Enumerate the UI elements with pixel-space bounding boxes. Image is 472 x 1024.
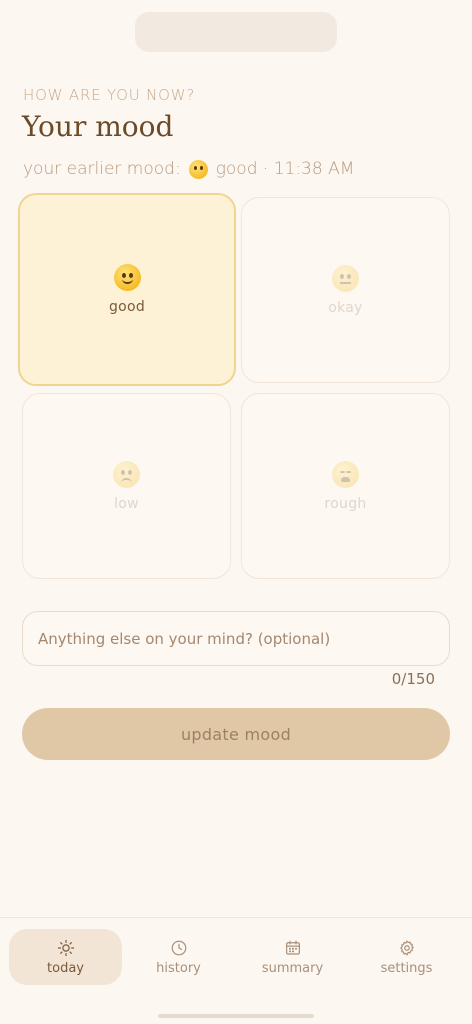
mood-card-okay[interactable]: okay <box>241 197 450 383</box>
bottom-navigation: today history summary settings <box>0 917 472 1024</box>
gear-icon <box>399 940 414 955</box>
earlier-mood-value: good · 11:38 AM <box>215 159 355 179</box>
nav-item-today[interactable]: today <box>9 929 122 985</box>
earlier-mood-prefix: your earlier mood: <box>23 159 181 179</box>
mood-screen: HOW ARE YOU NOW? Your mood your earlier … <box>0 0 472 1024</box>
nav-label-today: today <box>47 960 84 976</box>
home-indicator[interactable] <box>158 1014 314 1018</box>
mood-label-okay: okay <box>328 299 363 316</box>
nav-item-history[interactable]: history <box>122 929 235 985</box>
mood-card-rough[interactable]: rough <box>241 393 450 579</box>
sun-icon <box>57 939 74 956</box>
mood-card-low[interactable]: low <box>22 393 231 579</box>
mood-note-input[interactable] <box>22 611 450 666</box>
nav-label-history: history <box>156 960 201 976</box>
mood-label-rough: rough <box>324 495 367 512</box>
neutral-face-icon <box>332 264 359 292</box>
status-bar-pill <box>135 12 337 52</box>
page-title: Your mood <box>22 110 174 143</box>
calendar-icon <box>285 940 300 955</box>
slightly-smiling-face-icon <box>113 264 141 291</box>
tired-face-icon <box>332 460 359 488</box>
character-counter: 0/150 <box>391 670 435 688</box>
nav-label-settings: settings <box>380 960 433 976</box>
mood-card-good[interactable]: good <box>18 193 236 386</box>
mood-label-good: good <box>108 299 146 315</box>
nav-label-summary: summary <box>261 960 324 976</box>
slightly-smiling-face-icon <box>188 159 208 179</box>
section-eyebrow: HOW ARE YOU NOW? <box>23 86 196 104</box>
mood-label-low: low <box>114 495 139 512</box>
earlier-mood-line: your earlier mood: good · 11:38 AM <box>23 159 354 179</box>
clock-icon <box>171 940 186 955</box>
update-mood-button[interactable]: update mood <box>22 708 450 760</box>
nav-item-summary[interactable]: summary <box>236 929 349 985</box>
slightly-frowning-face-icon <box>113 460 140 488</box>
nav-item-settings[interactable]: settings <box>350 929 463 985</box>
